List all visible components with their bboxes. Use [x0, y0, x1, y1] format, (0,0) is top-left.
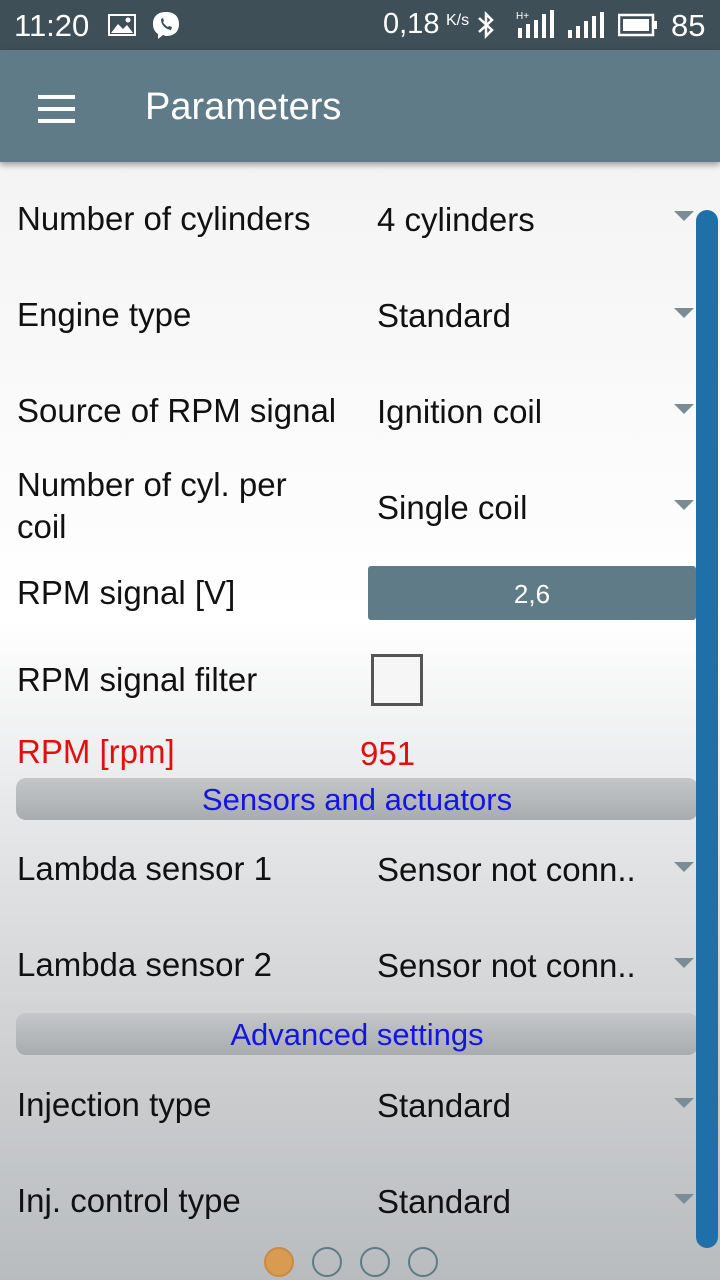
network-speed: 0,18 [383, 8, 440, 40]
page-dot[interactable] [408, 1247, 438, 1277]
param-label: RPM signal filter [17, 661, 258, 698]
battery-icon [618, 13, 657, 37]
param-dropdown-value[interactable]: Standard [377, 1181, 511, 1223]
dropdown-arrow-icon[interactable] [674, 862, 694, 872]
rpm-signal-slider[interactable]: 2,6 [368, 566, 696, 620]
param-dropdown-value[interactable]: Standard [377, 1085, 511, 1127]
param-label: Inj. control type [17, 1182, 241, 1219]
page-dot-active[interactable] [264, 1247, 294, 1277]
param-label: Source of RPM signal [17, 392, 337, 429]
image-icon [108, 14, 136, 36]
page-title: Parameters [145, 86, 342, 128]
section-header-advanced: Advanced settings [16, 1013, 698, 1055]
bluetooth-icon [478, 10, 494, 40]
scrollbar[interactable] [696, 210, 718, 1248]
viber-icon [153, 12, 179, 39]
battery-level: 85 [671, 8, 706, 43]
param-label: Number of cyl. per coil [17, 466, 287, 545]
dropdown-arrow-icon[interactable] [674, 1098, 694, 1108]
param-dropdown-value[interactable]: Standard [377, 295, 511, 337]
status-time: 11:20 [14, 8, 90, 43]
dropdown-arrow-icon[interactable] [674, 1194, 694, 1204]
dropdown-arrow-icon[interactable] [674, 211, 694, 221]
dropdown-arrow-icon[interactable] [674, 308, 694, 318]
rpm-filter-checkbox[interactable] [371, 654, 423, 706]
param-label: Lambda sensor 2 [17, 946, 272, 983]
page-indicator [0, 1246, 720, 1280]
param-label: RPM signal [V] [17, 574, 236, 611]
param-label: Injection type [17, 1086, 212, 1123]
svg-text:H+: H+ [516, 11, 529, 22]
param-label: Lambda sensor 1 [17, 850, 272, 887]
page-dot[interactable] [360, 1247, 390, 1277]
param-dropdown-value[interactable]: 4 cylinders [377, 199, 535, 241]
param-dropdown-value[interactable]: Ignition coil [377, 391, 542, 433]
dropdown-arrow-icon[interactable] [674, 500, 694, 510]
rpm-label: RPM [rpm] [17, 733, 175, 770]
rpm-value: 951 [360, 735, 416, 772]
dropdown-arrow-icon[interactable] [674, 404, 694, 414]
param-label: Engine type [17, 296, 192, 333]
param-dropdown-value[interactable]: Single coil [377, 487, 527, 529]
param-dropdown-value[interactable]: Sensor not conn.. [377, 945, 636, 987]
app-bar: Parameters [0, 50, 720, 162]
dropdown-arrow-icon[interactable] [674, 958, 694, 968]
signal-icon: H+ [516, 10, 554, 38]
page-dot[interactable] [312, 1247, 342, 1277]
hamburger-icon[interactable] [38, 95, 75, 123]
network-unit: K/s [446, 12, 470, 29]
signal-icon [568, 12, 604, 38]
section-header-sensors: Sensors and actuators [16, 778, 698, 820]
param-dropdown-value[interactable]: Sensor not conn.. [377, 849, 636, 891]
param-label: Number of cylinders [17, 200, 311, 237]
status-bar: 11:20 0,18 K/s H+ 85 [0, 0, 720, 50]
